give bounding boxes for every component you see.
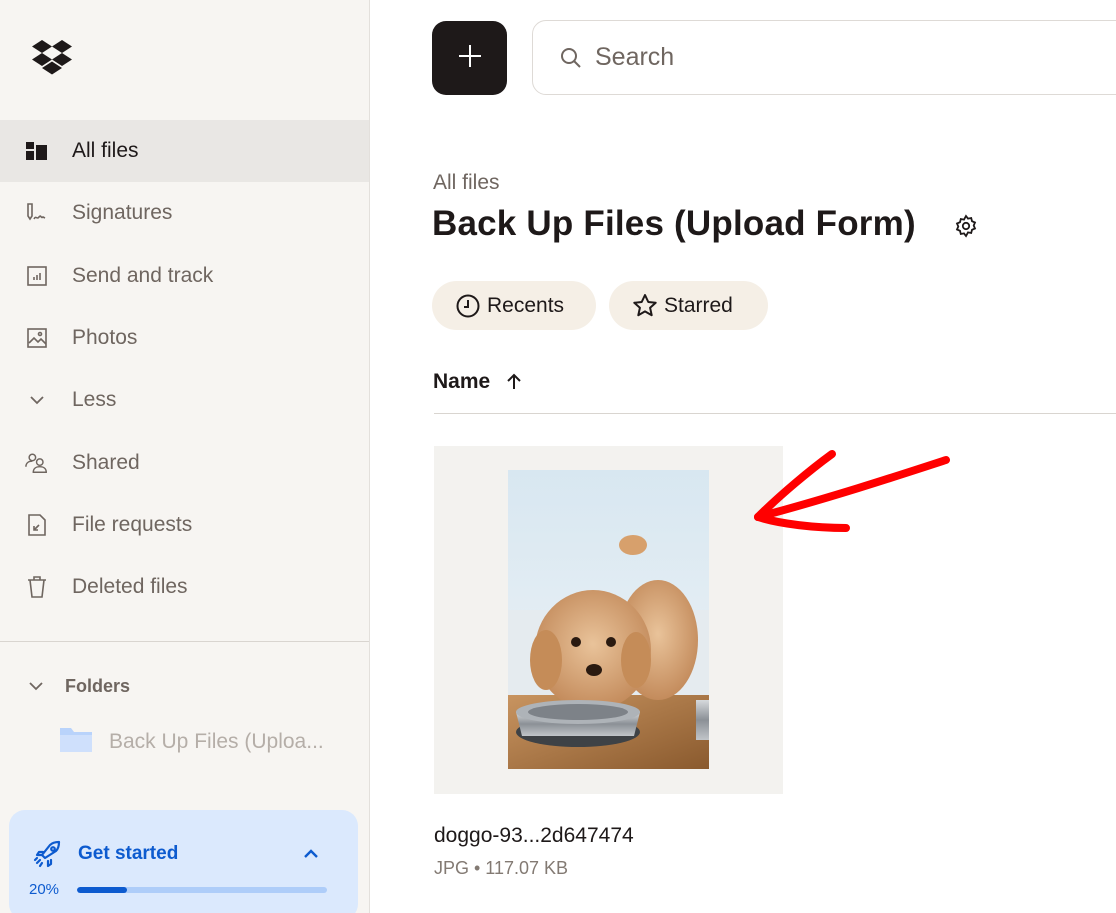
signature-icon bbox=[25, 201, 49, 225]
file-meta: JPG • 117.07 KB bbox=[434, 858, 569, 878]
rocket-icon bbox=[33, 840, 63, 868]
star-icon bbox=[632, 293, 658, 319]
sidebar: All files Signatures Send and track Phot… bbox=[0, 0, 370, 913]
starred-chip[interactable]: Starred bbox=[609, 281, 768, 330]
all-files-icon bbox=[25, 139, 49, 163]
starred-chip-label: Starred bbox=[664, 293, 733, 317]
trash-icon bbox=[25, 575, 49, 599]
sidebar-item-label: Deleted files bbox=[72, 575, 188, 599]
chart-icon bbox=[25, 264, 49, 288]
chevron-down-icon bbox=[25, 388, 49, 412]
plus-icon bbox=[457, 43, 483, 74]
sidebar-item-label: Send and track bbox=[72, 263, 214, 287]
sidebar-item-send-and-track[interactable]: Send and track bbox=[0, 245, 369, 307]
sidebar-item-label: Shared bbox=[72, 450, 140, 474]
search-icon bbox=[559, 46, 583, 70]
sidebar-item-deleted-files[interactable]: Deleted files bbox=[0, 556, 369, 618]
add-button[interactable] bbox=[432, 21, 507, 95]
progress-percent: 20% bbox=[29, 881, 60, 898]
sidebar-item-label: Less bbox=[72, 388, 117, 412]
folder-item-label: Back Up Files (Uploa... bbox=[109, 730, 324, 753]
chevron-down-icon bbox=[24, 674, 48, 698]
header-divider bbox=[434, 413, 1116, 414]
dropbox-logo-icon[interactable] bbox=[32, 40, 72, 76]
recents-chip[interactable]: Recents bbox=[432, 281, 596, 330]
file-request-icon bbox=[25, 513, 49, 537]
chevron-up-icon[interactable] bbox=[299, 842, 323, 866]
search-bar[interactable] bbox=[532, 20, 1116, 95]
sidebar-item-file-requests[interactable]: File requests bbox=[0, 494, 369, 556]
sort-ascending-icon bbox=[504, 372, 524, 392]
folders-section-label: Folders bbox=[65, 675, 131, 696]
clock-icon bbox=[455, 293, 481, 319]
name-column-label: Name bbox=[433, 370, 491, 393]
folders-section-toggle[interactable]: Folders bbox=[24, 672, 130, 700]
file-thumbnail[interactable] bbox=[434, 446, 783, 794]
sidebar-item-label: Signatures bbox=[72, 201, 173, 225]
sidebar-item-signatures[interactable]: Signatures bbox=[0, 182, 369, 244]
get-started-title[interactable]: Get started bbox=[78, 843, 178, 865]
gear-icon[interactable] bbox=[954, 214, 978, 238]
folder-icon bbox=[58, 726, 94, 759]
progress-bar bbox=[77, 887, 327, 893]
progress-bar-fill bbox=[77, 887, 127, 893]
sidebar-divider bbox=[0, 641, 369, 642]
sidebar-item-all-files[interactable]: All files bbox=[0, 120, 369, 183]
sidebar-item-label: All files bbox=[72, 139, 139, 163]
sidebar-item-label: File requests bbox=[72, 512, 193, 536]
sidebar-item-photos[interactable]: Photos bbox=[0, 307, 369, 369]
recents-chip-label: Recents bbox=[487, 293, 565, 317]
name-column-header[interactable]: Name bbox=[433, 370, 524, 394]
sidebar-item-label: Photos bbox=[72, 326, 138, 350]
folder-item[interactable]: Back Up Files (Uploa... bbox=[58, 724, 324, 760]
get-started-panel: Get started 20% bbox=[9, 810, 358, 913]
dog-photo-thumbnail bbox=[508, 470, 709, 769]
sidebar-item-less[interactable]: Less bbox=[0, 369, 369, 431]
people-icon bbox=[25, 451, 49, 475]
search-input[interactable] bbox=[595, 43, 1095, 72]
sidebar-nav: All files Signatures Send and track Phot… bbox=[0, 120, 369, 618]
breadcrumb[interactable]: All files bbox=[433, 171, 500, 195]
file-name[interactable]: doggo-93...2d647474 bbox=[434, 824, 634, 848]
photo-icon bbox=[25, 326, 49, 350]
page-title: Back Up Files (Upload Form) bbox=[432, 204, 916, 243]
sidebar-item-shared[interactable]: Shared bbox=[0, 431, 369, 493]
app-root: All files Signatures Send and track Phot… bbox=[0, 0, 1116, 913]
